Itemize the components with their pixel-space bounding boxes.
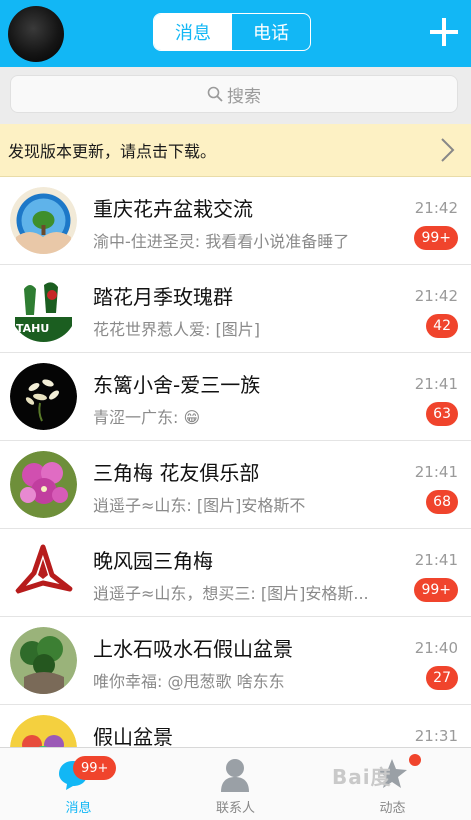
conversation-preview: 逍遥子≈山东，想买三: [图片]安格斯... bbox=[93, 584, 369, 603]
conversation-name: 重庆花卉盆栽交流 bbox=[93, 197, 253, 221]
tab-calls[interactable]: 电话 bbox=[232, 14, 310, 50]
group-avatar bbox=[10, 187, 77, 254]
group-avatar bbox=[10, 539, 77, 606]
conversation-time: 21:31 bbox=[414, 727, 458, 745]
conversation-time: 21:42 bbox=[414, 199, 458, 217]
chevron-right-icon bbox=[441, 138, 455, 162]
conversation-name: 踏花月季玫瑰群 bbox=[93, 285, 233, 309]
group-avatar bbox=[10, 451, 77, 518]
new-activity-dot bbox=[409, 754, 421, 766]
tab-unread-badge: 99+ bbox=[73, 756, 117, 780]
unread-badge: 99+ bbox=[414, 226, 458, 250]
conversation-name: 上水石吸水石假山盆景 bbox=[93, 637, 293, 661]
conversation-item[interactable]: TAHU 踏花月季玫瑰群 花花世界惹人爱: [图片] 21:42 42 bbox=[0, 265, 471, 353]
tab-bar-messages[interactable]: 99+ 消息 bbox=[0, 748, 157, 820]
conversation-preview: 青涩一广东: 😁 bbox=[93, 408, 201, 427]
tab-bar-label: 动态 bbox=[379, 801, 406, 816]
conversation-item[interactable]: 晚风园三角梅 逍遥子≈山东，想买三: [图片]安格斯... 21:41 99+ bbox=[0, 529, 471, 617]
tab-messages[interactable]: 消息 bbox=[154, 14, 232, 50]
contacts-icon bbox=[221, 759, 249, 792]
conversation-name: 三角梅 花友俱乐部 bbox=[93, 461, 260, 485]
conversation-preview: 花花世界惹人爱: [图片] bbox=[93, 320, 260, 339]
user-avatar[interactable] bbox=[8, 6, 64, 62]
conversation-time: 21:41 bbox=[414, 463, 458, 481]
conversation-item[interactable]: 东篱小舍-爱三一族 青涩一广东: 😁 21:41 63 bbox=[0, 353, 471, 441]
search-icon bbox=[207, 86, 223, 102]
group-avatar bbox=[10, 363, 77, 430]
conversation-item[interactable]: 三角梅 花友俱乐部 逍遥子≈山东: [图片]安格斯不 21:41 68 bbox=[0, 441, 471, 529]
conversation-preview: 逍遥子≈山东: [图片]安格斯不 bbox=[93, 496, 306, 515]
conversation-name: 假山盆景 bbox=[93, 725, 173, 749]
conversation-item[interactable]: 重庆花卉盆栽交流 渝中-住进圣灵: 我看看小说准备睡了 21:42 99+ bbox=[0, 177, 471, 265]
app-header: 消息 电话 bbox=[0, 0, 471, 67]
update-notice[interactable]: 发现版本更新，请点击下载。 bbox=[0, 124, 471, 177]
tab-bar-label: 消息 bbox=[65, 801, 92, 816]
conversation-name: 东篱小舍-爱三一族 bbox=[93, 373, 261, 397]
bottom-tab-bar: 99+ 消息 联系人 动态 Bai度 bbox=[0, 747, 471, 820]
header-segmented-control: 消息 电话 bbox=[153, 13, 311, 51]
group-avatar bbox=[10, 627, 77, 694]
conversation-name: 晚风园三角梅 bbox=[93, 549, 213, 573]
conversation-time: 21:41 bbox=[414, 551, 458, 569]
update-notice-text: 发现版本更新，请点击下载。 bbox=[8, 142, 217, 161]
search-input[interactable]: 搜索 bbox=[10, 75, 458, 113]
conversation-list: 重庆花卉盆栽交流 渝中-住进圣灵: 我看看小说准备睡了 21:42 99+ TA… bbox=[0, 177, 471, 793]
conversation-time: 21:40 bbox=[414, 639, 458, 657]
conversation-preview: 唯你幸福: @甩葱歌 啥东东 bbox=[93, 672, 285, 691]
conversation-time: 21:41 bbox=[414, 375, 458, 393]
unread-badge: 42 bbox=[426, 314, 458, 338]
conversation-time: 21:42 bbox=[414, 287, 458, 305]
conversation-preview: 渝中-住进圣灵: 我看看小说准备睡了 bbox=[93, 232, 350, 251]
plus-icon[interactable] bbox=[428, 16, 460, 48]
tab-bar-contacts[interactable]: 联系人 bbox=[157, 748, 314, 820]
unread-badge: 27 bbox=[426, 666, 458, 690]
search-area: 搜索 bbox=[0, 67, 471, 124]
avatar-logo-text: TAHU bbox=[16, 322, 50, 335]
unread-badge: 99+ bbox=[414, 578, 458, 602]
unread-badge: 63 bbox=[426, 402, 458, 426]
conversation-item[interactable]: 上水石吸水石假山盆景 唯你幸福: @甩葱歌 啥东东 21:40 27 bbox=[0, 617, 471, 705]
tab-bar-label: 联系人 bbox=[215, 801, 255, 816]
watermark: Bai度 bbox=[332, 765, 392, 789]
unread-badge: 68 bbox=[426, 490, 458, 514]
search-placeholder: 搜索 bbox=[227, 86, 261, 107]
